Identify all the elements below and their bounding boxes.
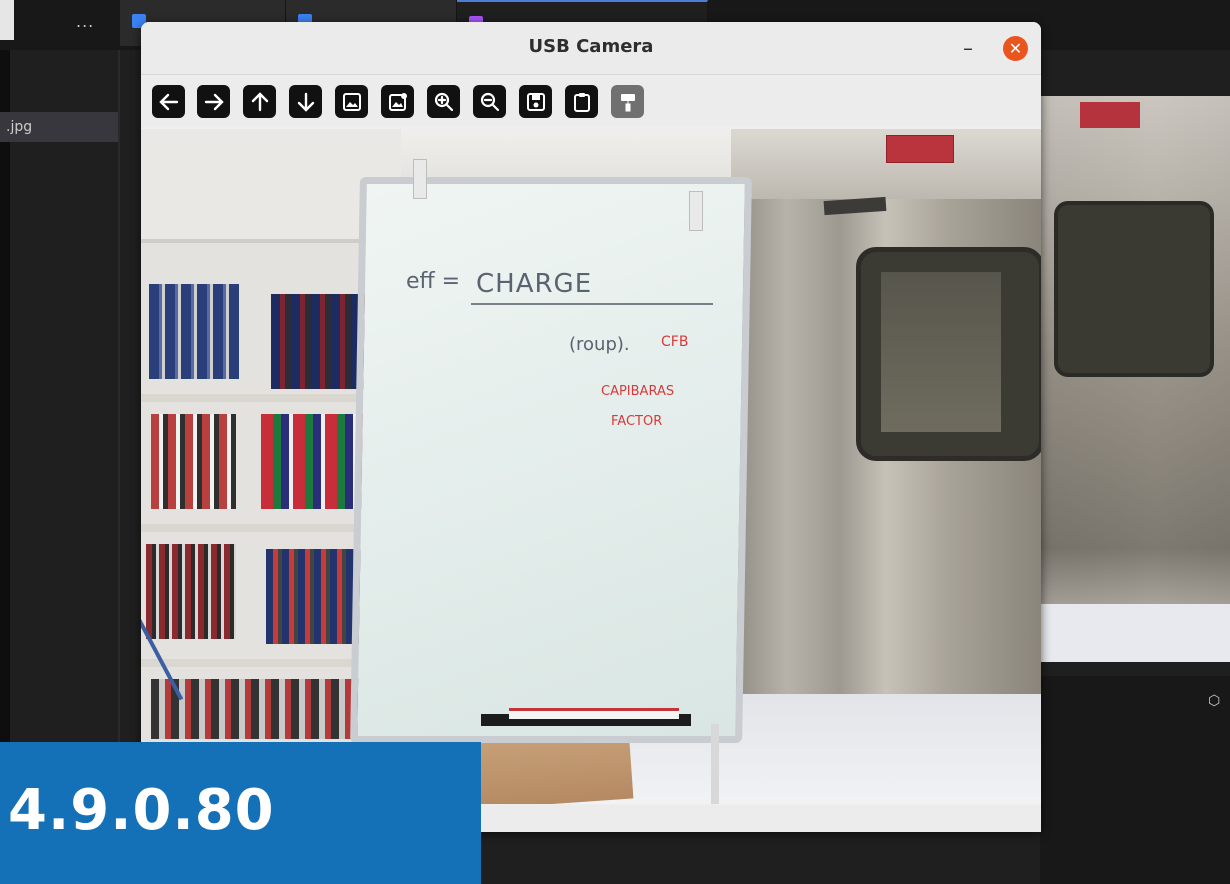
image-icon[interactable] [335, 85, 368, 118]
arrow-right-icon[interactable] [197, 85, 230, 118]
camera-feed: eff = CHARGE (roup). CFB CAPIBARAS FACTO… [141, 129, 1041, 804]
whiteboard-text: FACTOR [611, 414, 663, 429]
title-bar: USB Camera – ✕ [141, 22, 1041, 75]
version-number: 4.9.0.80 [8, 778, 275, 843]
file-name: .jpg [6, 119, 33, 135]
activity-bar [0, 50, 10, 750]
exit-sign [1080, 102, 1140, 128]
clipboard-icon[interactable] [565, 85, 598, 118]
arrow-up-icon[interactable] [243, 85, 276, 118]
exit-sign [886, 135, 954, 163]
window-corner [0, 0, 14, 40]
bottom-panel [1040, 676, 1230, 884]
zoom-out-icon[interactable] [473, 85, 506, 118]
paint-roller-icon[interactable] [611, 85, 644, 118]
extension-icon[interactable]: ⬡ [1208, 693, 1224, 711]
version-banner: 4.9.0.80 [0, 742, 481, 884]
markers [509, 708, 679, 719]
whiteboard-text: CAPIBARAS [601, 384, 675, 399]
whiteboard-text: eff = [406, 269, 461, 294]
close-button[interactable]: ✕ [1003, 36, 1028, 61]
save-icon[interactable] [519, 85, 552, 118]
window-title: USB Camera [528, 36, 654, 57]
image-settings-icon[interactable] [381, 85, 414, 118]
whiteboard-text: CHARGE [476, 269, 593, 299]
toolbar [141, 78, 1041, 126]
arrow-left-icon[interactable] [152, 85, 185, 118]
whiteboard-text: (roup). [569, 334, 630, 355]
whiteboard-text: CFB [661, 334, 689, 350]
arrow-down-icon[interactable] [289, 85, 322, 118]
more-actions-icon[interactable]: ... [76, 12, 94, 31]
door-window [856, 247, 1041, 461]
minimize-button[interactable]: – [958, 36, 978, 60]
door-window [1054, 201, 1214, 377]
explorer-file-item[interactable]: .jpg [0, 112, 118, 142]
usb-camera-window: USB Camera – ✕ eff = CHARGE (roup). CFB … [141, 22, 1041, 832]
zoom-in-icon[interactable] [427, 85, 460, 118]
whiteboard [350, 177, 752, 743]
image-preview [1040, 96, 1230, 662]
